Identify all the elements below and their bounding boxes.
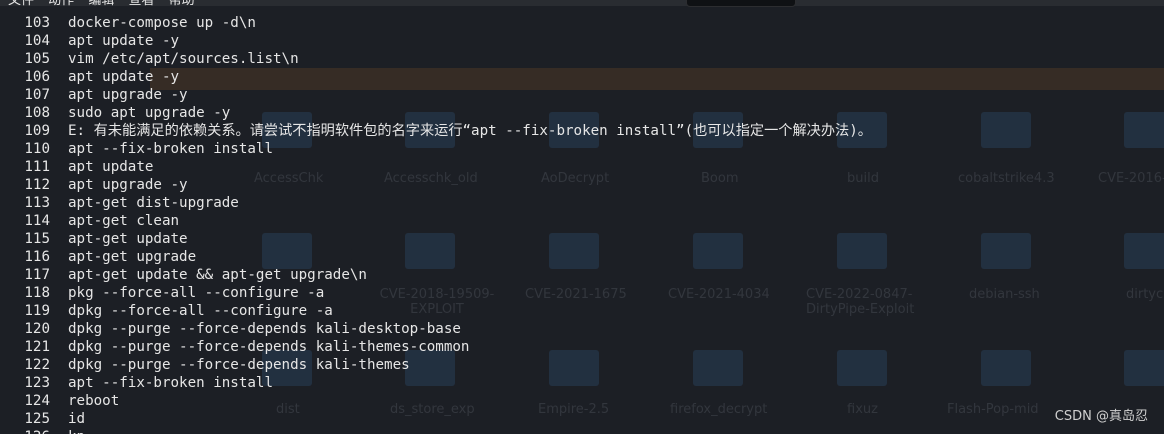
history-line: 103 docker-compose up -d\n xyxy=(0,14,872,32)
history-command: pkg --force-all --configure -a xyxy=(68,285,325,301)
history-line-number: 109 xyxy=(24,123,50,139)
history-line-number: 124 xyxy=(24,393,50,409)
history-line-number: 106 xyxy=(24,69,50,85)
history-command: id xyxy=(68,411,86,427)
history-line-number: 119 xyxy=(24,303,50,319)
history-line: 119 dpkg --force-all --configure -a xyxy=(0,302,872,320)
history-line-number: 103 xyxy=(24,15,50,31)
history-line: 107 apt upgrade -y xyxy=(0,86,872,104)
history-line-number: 112 xyxy=(24,177,50,193)
history-command: apt update -y xyxy=(68,69,180,85)
history-line: 125 id xyxy=(0,410,872,428)
history-line: 123 apt --fix-broken install xyxy=(0,374,872,392)
history-line: 112 apt upgrade -y xyxy=(0,176,872,194)
history-line: 104 apt update -y xyxy=(0,32,872,50)
menu-view[interactable]: 查看 xyxy=(128,0,154,8)
menu-action[interactable]: 动作 xyxy=(48,0,74,8)
history-line: 113 apt-get dist-upgrade xyxy=(0,194,872,212)
history-line-number: 105 xyxy=(24,51,50,67)
history-line-number: 123 xyxy=(24,375,50,391)
history-line: 111 apt update xyxy=(0,158,872,176)
history-line-number: 110 xyxy=(24,141,50,157)
history-command: dpkg --purge --force-depends kali-themes xyxy=(68,357,410,373)
history-line-number: 104 xyxy=(24,33,50,49)
history-line-number: 120 xyxy=(24,321,50,337)
history-line: 126 kp xyxy=(0,428,872,434)
history-command: dpkg --purge --force-depends kali-deskto… xyxy=(68,321,461,337)
history-command: apt upgrade -y xyxy=(68,87,188,103)
history-line-number: 116 xyxy=(24,249,50,265)
history-command: apt --fix-broken install xyxy=(68,141,273,157)
history-line: 114 apt-get clean xyxy=(0,212,872,230)
history-line: 105 vim /etc/apt/sources.list\n xyxy=(0,50,872,68)
history-line: 115 apt-get update xyxy=(0,230,872,248)
history-line-number: 114 xyxy=(24,213,50,229)
history-line-number: 108 xyxy=(24,105,50,121)
screenshot: AccessChk Accesschk_old AoDecrypt Boom b… xyxy=(0,0,1164,434)
history-line: 108 sudo apt upgrade -y xyxy=(0,104,872,122)
watermark: CSDN @真岛忍 xyxy=(1054,409,1148,424)
history-line: 118 pkg --force-all --configure -a xyxy=(0,284,872,302)
history-line-number: 113 xyxy=(24,195,50,211)
history-line-number: 122 xyxy=(24,357,50,373)
history-line: 122 dpkg --purge --force-depends kali-the… xyxy=(0,356,872,374)
history-line: 120 dpkg --purge --force-depends kali-des… xyxy=(0,320,872,338)
history-line: 109 E: 有未能满足的依赖关系。请尝试不指明软件包的名字来运行“apt --f… xyxy=(0,122,872,140)
menu-help[interactable]: 帮助 xyxy=(169,0,195,8)
history-line: 116 apt-get upgrade xyxy=(0,248,872,266)
history-line-number: 118 xyxy=(24,285,50,301)
history-line-number: 107 xyxy=(24,87,50,103)
history-line-number: 121 xyxy=(24,339,50,355)
terminal-menubar: 文件 动作 编辑 查看 帮助 xyxy=(8,0,205,8)
history-command: apt --fix-broken install xyxy=(68,375,273,391)
history-command: apt-get update && apt-get upgrade\n xyxy=(68,267,367,283)
history-command: apt update -y xyxy=(68,33,180,49)
history-command: sudo apt upgrade -y xyxy=(68,105,231,121)
history-line-number: 115 xyxy=(24,231,50,247)
history-line-number: 126 xyxy=(0,428,50,434)
history-line-number: 111 xyxy=(24,159,50,175)
terminal-window[interactable]: 文件 动作 编辑 查看 帮助 103 docker-compose up -d\n… xyxy=(0,0,1164,434)
history-line-number: 117 xyxy=(24,267,50,283)
command-history: 103 docker-compose up -d\n 104 apt update -… xyxy=(0,14,872,434)
history-command: apt-get clean xyxy=(68,213,180,229)
history-line: 106 apt update -y xyxy=(0,68,872,86)
history-command: apt-get dist-upgrade xyxy=(68,195,239,211)
menu-file[interactable]: 文件 xyxy=(8,0,34,8)
menu-edit[interactable]: 编辑 xyxy=(88,0,114,8)
history-command: apt update xyxy=(68,159,154,175)
history-command: reboot xyxy=(68,393,120,409)
history-command: apt upgrade -y xyxy=(68,177,188,193)
history-line: 124 reboot xyxy=(0,392,872,410)
history-command: apt-get upgrade xyxy=(68,249,197,265)
history-command: E: 有未能满足的依赖关系。请尝试不指明软件包的名字来运行“apt --fix-… xyxy=(68,123,872,139)
history-line: 110 apt --fix-broken install xyxy=(0,140,872,158)
history-command: vim /etc/apt/sources.list\n xyxy=(68,51,299,67)
history-command: docker-compose up -d\n xyxy=(68,15,256,31)
history-command: dpkg --purge --force-depends kali-themes… xyxy=(68,339,470,355)
history-command: apt-get update xyxy=(68,231,188,247)
history-command: kp xyxy=(68,428,85,434)
history-command: dpkg --force-all --configure -a xyxy=(68,303,333,319)
history-line: 117 apt-get update && apt-get upgrade\n xyxy=(0,266,872,284)
history-line: 121 dpkg --purge --force-depends kali-the… xyxy=(0,338,872,356)
history-line-number: 125 xyxy=(24,411,50,427)
